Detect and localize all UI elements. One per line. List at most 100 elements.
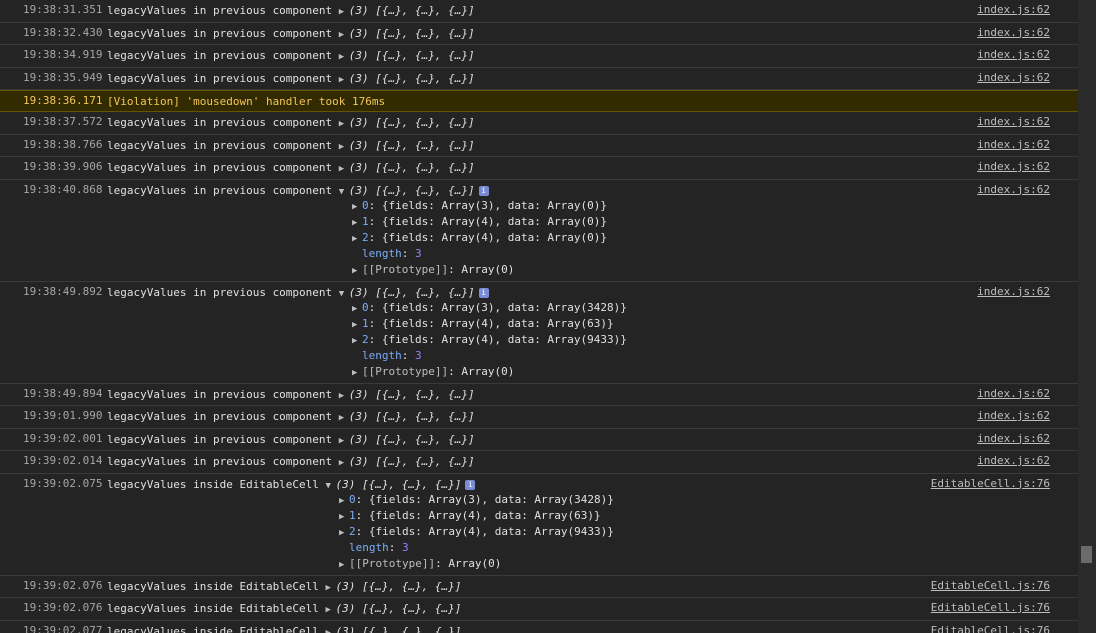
triangle-down-icon[interactable]: ▼ bbox=[326, 478, 336, 494]
source-link[interactable]: index.js:62 bbox=[977, 182, 1050, 198]
array-preview[interactable]: (3) [{…}, {…}, {…}] bbox=[349, 410, 475, 423]
source-link[interactable]: EditableCell.js:76 bbox=[931, 623, 1050, 633]
triangle-right-icon[interactable]: ▶ bbox=[326, 602, 336, 618]
array-entry[interactable]: ▶ 1: {fields: Array(4), data: Array(63)} bbox=[352, 316, 627, 332]
array-preview[interactable]: (3) [{…}, {…}, {…}] bbox=[349, 27, 475, 40]
triangle-right-icon[interactable]: ▶ bbox=[352, 263, 362, 279]
prototype-entry[interactable]: ▶ [[Prototype]]: Array(0) bbox=[352, 364, 627, 380]
array-preview[interactable]: (3) [{…}, {…}, {…}] bbox=[349, 139, 475, 152]
timestamp: 19:39:02.001 bbox=[23, 431, 103, 445]
triangle-right-icon[interactable]: ▶ bbox=[352, 199, 362, 215]
scrollbar-thumb[interactable] bbox=[1081, 546, 1092, 563]
array-preview[interactable]: (3) [{…}, {…}, {…}] bbox=[349, 184, 475, 197]
triangle-right-icon[interactable]: ▶ bbox=[352, 301, 362, 317]
source-link[interactable]: index.js:62 bbox=[977, 70, 1050, 86]
info-icon[interactable]: i bbox=[465, 479, 476, 490]
triangle-right-icon[interactable]: ▶ bbox=[339, 49, 349, 65]
array-entry[interactable]: ▶ 1: {fields: Array(4), data: Array(0)} bbox=[352, 214, 607, 230]
source-link[interactable]: index.js:62 bbox=[977, 137, 1050, 153]
log-message: legacyValues inside EditableCell ▶ (3) [{… bbox=[107, 579, 461, 596]
triangle-right-icon[interactable]: ▶ bbox=[339, 161, 349, 177]
scrollbar[interactable] bbox=[1078, 0, 1096, 633]
source-link[interactable]: index.js:62 bbox=[977, 2, 1050, 18]
entry-key: 1 bbox=[349, 508, 356, 522]
array-preview[interactable]: (3) [{…}, {…}, {…}] bbox=[349, 72, 475, 85]
triangle-right-icon[interactable]: ▶ bbox=[339, 493, 349, 509]
entry-key: 2 bbox=[362, 332, 369, 346]
triangle-right-icon[interactable]: ▶ bbox=[326, 625, 336, 633]
triangle-right-icon[interactable]: ▶ bbox=[352, 215, 362, 231]
array-preview[interactable]: (3) [{…}, {…}, {…}] bbox=[336, 602, 462, 615]
info-icon[interactable]: i bbox=[478, 185, 489, 196]
triangle-right-icon[interactable]: ▶ bbox=[339, 557, 349, 573]
array-preview[interactable]: (3) [{…}, {…}, {…}] bbox=[336, 580, 462, 593]
triangle-right-icon[interactable]: ▶ bbox=[352, 333, 362, 349]
triangle-right-icon[interactable]: ▶ bbox=[352, 317, 362, 333]
array-preview[interactable]: (3) [{…}, {…}, {…}] bbox=[349, 455, 475, 468]
triangle-right-icon[interactable]: ▶ bbox=[352, 365, 362, 381]
log-row: 19:38:34.919 legacyValues in previous com… bbox=[0, 45, 1078, 68]
array-preview[interactable]: (3) [{…}, {…}, {…}] bbox=[349, 433, 475, 446]
log-message: legacyValues in previous component ▶ (3) … bbox=[107, 432, 475, 449]
timestamp: 19:38:49.892 bbox=[23, 284, 103, 298]
array-entry[interactable]: ▶ 0: {fields: Array(3), data: Array(3428)… bbox=[352, 300, 627, 316]
entry-key: 0 bbox=[362, 300, 369, 314]
array-preview[interactable]: (3) [{…}, {…}, {…}] bbox=[336, 478, 462, 491]
triangle-right-icon[interactable]: ▶ bbox=[339, 139, 349, 155]
length-key: length bbox=[362, 246, 402, 260]
array-preview[interactable]: (3) [{…}, {…}, {…}] bbox=[349, 4, 475, 17]
triangle-right-icon[interactable]: ▶ bbox=[339, 525, 349, 541]
timestamp: 19:38:37.572 bbox=[23, 115, 103, 128]
triangle-right-icon[interactable]: ▶ bbox=[339, 433, 349, 449]
array-entry[interactable]: ▶ 1: {fields: Array(4), data: Array(63)} bbox=[339, 508, 614, 524]
source-link[interactable]: EditableCell.js:76 bbox=[931, 476, 1050, 492]
triangle-right-icon[interactable]: ▶ bbox=[339, 410, 349, 426]
triangle-right-icon[interactable]: ▶ bbox=[339, 509, 349, 525]
timestamp: 19:39:02.075 bbox=[23, 476, 103, 490]
length-value: 3 bbox=[402, 540, 409, 554]
triangle-right-icon[interactable]: ▶ bbox=[339, 4, 349, 20]
triangle-right-icon[interactable]: ▶ bbox=[339, 388, 349, 404]
array-preview[interactable]: (3) [{…}, {…}, {…}] bbox=[349, 286, 475, 299]
array-entry[interactable]: ▶ 0: {fields: Array(3), data: Array(3428)… bbox=[339, 492, 614, 508]
source-link[interactable]: index.js:62 bbox=[977, 114, 1050, 130]
log-message: legacyValues in previous component ▶ (3) … bbox=[107, 26, 475, 43]
source-link[interactable]: index.js:62 bbox=[977, 25, 1050, 41]
log-row: 19:38:49.892 legacyValues in previous com… bbox=[0, 282, 1078, 384]
triangle-right-icon[interactable]: ▶ bbox=[339, 72, 349, 88]
log-row: 19:38:35.949 legacyValues in previous com… bbox=[0, 68, 1078, 90]
array-entry[interactable]: ▶ 2: {fields: Array(4), data: Array(0)} bbox=[352, 230, 607, 246]
prototype-entry[interactable]: ▶ [[Prototype]]: Array(0) bbox=[352, 262, 607, 278]
source-link[interactable]: EditableCell.js:76 bbox=[931, 578, 1050, 594]
array-preview[interactable]: (3) [{…}, {…}, {…}] bbox=[349, 161, 475, 174]
array-entry[interactable]: ▶ 2: {fields: Array(4), data: Array(9433)… bbox=[352, 332, 627, 348]
source-link[interactable]: index.js:62 bbox=[977, 408, 1050, 424]
source-link[interactable]: index.js:62 bbox=[977, 47, 1050, 63]
triangle-right-icon[interactable]: ▶ bbox=[352, 231, 362, 247]
source-link[interactable]: index.js:62 bbox=[977, 159, 1050, 175]
triangle-right-icon[interactable]: ▶ bbox=[339, 455, 349, 471]
triangle-right-icon[interactable]: ▶ bbox=[326, 580, 336, 596]
log-row: 19:38:32.430 legacyValues in previous com… bbox=[0, 23, 1078, 45]
source-link[interactable]: index.js:62 bbox=[977, 284, 1050, 300]
prototype-entry[interactable]: ▶ [[Prototype]]: Array(0) bbox=[339, 556, 614, 572]
array-preview[interactable]: (3) [{…}, {…}, {…}] bbox=[336, 625, 462, 633]
log-row: 19:38:40.868 legacyValues in previous com… bbox=[0, 180, 1078, 282]
source-link[interactable]: index.js:62 bbox=[977, 386, 1050, 402]
array-preview[interactable]: (3) [{…}, {…}, {…}] bbox=[349, 116, 475, 129]
source-link[interactable]: EditableCell.js:76 bbox=[931, 600, 1050, 616]
log-row: 19:38:31.351 legacyValues in previous com… bbox=[0, 0, 1078, 23]
source-link[interactable]: index.js:62 bbox=[977, 453, 1050, 469]
triangle-down-icon[interactable]: ▼ bbox=[339, 286, 349, 302]
source-link[interactable]: index.js:62 bbox=[977, 431, 1050, 447]
triangle-right-icon[interactable]: ▶ bbox=[339, 27, 349, 43]
triangle-down-icon[interactable]: ▼ bbox=[339, 184, 349, 200]
array-entry[interactable]: ▶ 2: {fields: Array(4), data: Array(9433)… bbox=[339, 524, 614, 540]
triangle-right-icon[interactable]: ▶ bbox=[339, 116, 349, 132]
array-preview[interactable]: (3) [{…}, {…}, {…}] bbox=[349, 388, 475, 401]
array-entry[interactable]: ▶ 0: {fields: Array(3), data: Array(0)} bbox=[352, 198, 607, 214]
timestamp: 19:38:39.906 bbox=[23, 160, 103, 173]
array-preview[interactable]: (3) [{…}, {…}, {…}] bbox=[349, 49, 475, 62]
info-icon[interactable]: i bbox=[478, 287, 489, 298]
length-key: length bbox=[362, 348, 402, 362]
